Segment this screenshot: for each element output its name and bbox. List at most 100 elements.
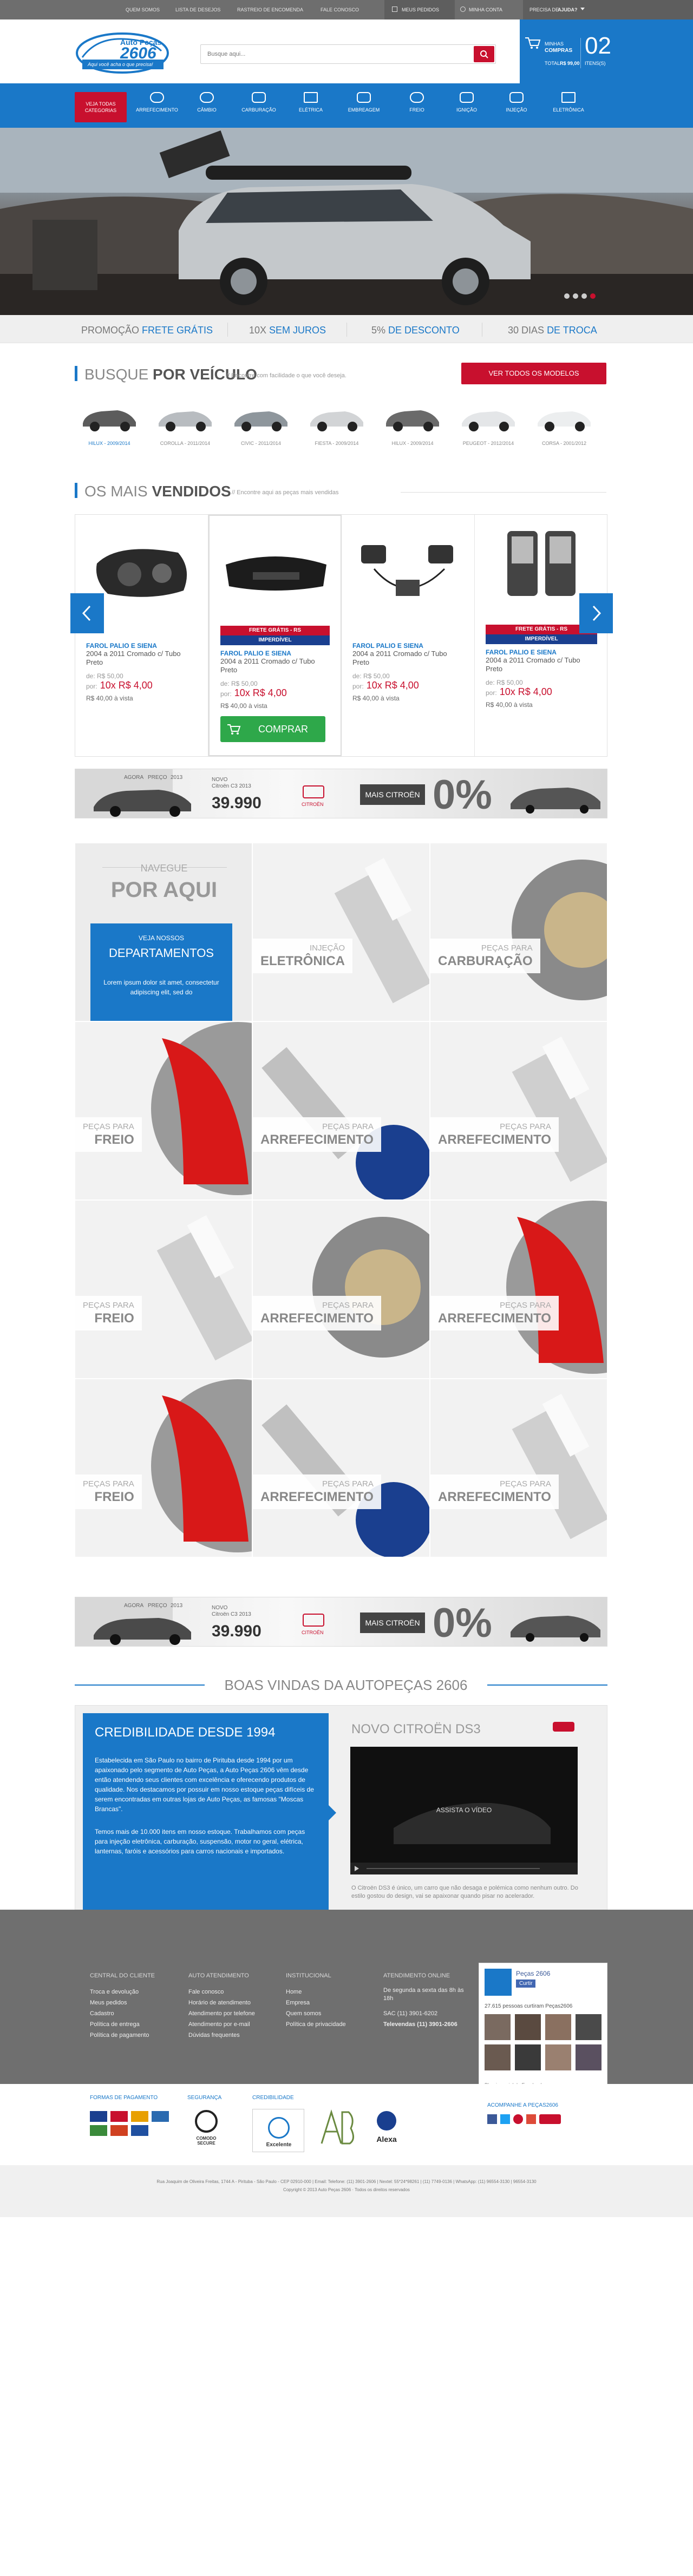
youtube-icon[interactable] xyxy=(553,1722,574,1732)
pinterest-icon[interactable] xyxy=(513,2114,523,2124)
dept-arrefecimento-6[interactable]: Peças para Arrefecimento xyxy=(430,1379,607,1557)
my-orders-tab[interactable]: Meus pedidos xyxy=(384,0,455,19)
dept-arrefecimento-5[interactable]: Peças para Arrefecimento xyxy=(252,1379,430,1557)
logo[interactable]: Auto Peças 2606 Aqui você acha o que pre… xyxy=(75,29,175,75)
video-controls[interactable] xyxy=(350,1863,578,1874)
video-player[interactable]: Assista o vídeo xyxy=(350,1747,578,1874)
link-lista-desejos[interactable]: Lista de desejos xyxy=(175,7,220,12)
link-fale-conosco[interactable]: Fale conosco xyxy=(321,7,359,12)
footer-link[interactable]: Fale conosco xyxy=(188,1987,255,1997)
ebit-seal[interactable]: Excelente xyxy=(252,2109,304,2152)
vehicle-civic[interactable]: Civic - 2011/2014 xyxy=(230,402,292,446)
footer-link[interactable]: Home xyxy=(286,1987,346,1997)
footer-link[interactable]: Empresa xyxy=(286,1997,346,2008)
facebook-icon[interactable] xyxy=(487,2114,497,2124)
cart-box[interactable]: Minhas Compras Total: R$ 99,00 02 Itens(… xyxy=(520,19,693,83)
search-button[interactable] xyxy=(474,46,494,62)
vehicle-corsa[interactable]: Corsa - 2001/2012 xyxy=(533,402,596,446)
product-card[interactable]: Farol Palio e Siena 2004 a 2011 Cromado … xyxy=(342,515,475,756)
footer-link[interactable]: Política de privacidade xyxy=(286,2019,346,2030)
carousel-next-button[interactable] xyxy=(579,593,613,633)
slide-dot-4[interactable] xyxy=(590,293,596,299)
avatar[interactable] xyxy=(545,2014,571,2040)
slide-dot-2[interactable] xyxy=(573,293,578,299)
nav-freio[interactable]: Freio xyxy=(392,83,442,128)
link-rastreio[interactable]: Rastreio de encomenda xyxy=(237,7,303,12)
twitter-icon[interactable] xyxy=(500,2114,510,2124)
departments-box[interactable]: Veja nossos Departamentos Lorem ipsum do… xyxy=(90,923,232,1021)
carousel-prev-button[interactable] xyxy=(70,593,104,633)
dept-label: Peças para Arrefecimento xyxy=(430,1117,559,1152)
vehicle-corolla[interactable]: Corolla - 2011/2014 xyxy=(154,402,217,446)
ab-seal[interactable] xyxy=(318,2109,357,2147)
all-models-button[interactable]: Ver todos os modelos xyxy=(461,363,606,384)
footer-link[interactable]: Meus pedidos xyxy=(90,1997,155,2008)
avatar[interactable] xyxy=(576,2014,602,2040)
hero-banner[interactable] xyxy=(0,128,693,315)
avatar[interactable] xyxy=(485,2014,511,2040)
avatar[interactable] xyxy=(515,2044,541,2070)
all-categories-button[interactable]: Veja todas categorias xyxy=(75,92,127,122)
dept-arrefecimento[interactable]: Peças para Arrefecimento xyxy=(252,1021,430,1200)
product-card-highlight[interactable]: Frete grátis - RS Imperdível Farol Palio… xyxy=(208,515,342,756)
youtube-icon[interactable] xyxy=(539,2114,561,2124)
link-quem-somos[interactable]: Quem somos xyxy=(126,7,160,12)
video-progress[interactable] xyxy=(367,1868,540,1869)
footer-link[interactable]: Troca e devolução xyxy=(90,1987,155,1997)
citroen-banner-2[interactable]: Agora Preço 2013 Novo Citroën C3 2013 39… xyxy=(75,1597,607,1647)
avatar[interactable] xyxy=(576,2044,602,2070)
help-tab[interactable]: Precisa de Ajuda? xyxy=(523,0,693,19)
dept-arrefecimento-3[interactable]: Peças para Arrefecimento xyxy=(252,1200,430,1379)
avatar[interactable] xyxy=(515,2014,541,2040)
promo-bold: sem juros xyxy=(269,325,326,336)
slide-dot-3[interactable] xyxy=(581,293,587,299)
avatar[interactable] xyxy=(545,2044,571,2070)
fb-like-button[interactable]: Curtir xyxy=(516,1979,536,1988)
slide-dot-1[interactable] xyxy=(564,293,570,299)
buy-button[interactable]: Comprar xyxy=(220,716,325,742)
nav-cambio[interactable]: Câmbio xyxy=(182,83,232,128)
avatar[interactable] xyxy=(485,2044,511,2070)
comodo-seal[interactable]: Comodo Secure xyxy=(187,2110,225,2148)
nav-eletronica[interactable]: Eletrônica xyxy=(541,83,596,128)
nav-carburacao[interactable]: Carburação xyxy=(232,83,286,128)
nav-injecao[interactable]: Injeção xyxy=(492,83,541,128)
vehicle-fiesta[interactable]: Fiesta - 2009/2014 xyxy=(305,402,368,446)
banner-preco: Preço xyxy=(148,1603,167,1609)
vehicle-hilux-2[interactable]: Hilux - 2009/2014 xyxy=(381,402,444,446)
footer-link[interactable]: Quem somos xyxy=(286,2008,346,2019)
nav-arrefecimento[interactable]: Arrefecimento xyxy=(132,83,182,128)
price-prefix: por: xyxy=(86,683,97,690)
vehicle-hilux[interactable]: Hilux - 2009/2014 xyxy=(78,402,141,446)
dept-arrefecimento-4[interactable]: Peças para Arrefecimento xyxy=(430,1200,607,1379)
dept-freio-3[interactable]: Peças para Freio xyxy=(75,1379,252,1557)
play-icon[interactable] xyxy=(355,1866,359,1871)
dept-injecao[interactable]: Injeção Eletrônica xyxy=(252,843,430,1021)
nav-ignicao[interactable]: Ignição xyxy=(442,83,492,128)
alexa-seal[interactable]: Alexa xyxy=(370,2111,403,2149)
nav-eletrica[interactable]: Elétrica xyxy=(286,83,336,128)
footer-link[interactable]: Política de entrega xyxy=(90,2019,155,2030)
product-card[interactable]: Farol Palio e Siena 2004 a 2011 Cromado … xyxy=(75,515,208,756)
label-big: Arrefecimento xyxy=(438,1490,551,1504)
car-image xyxy=(386,410,439,431)
citroen-banner[interactable]: Agora Preço 2013 Novo Citroën C3 2013 39… xyxy=(75,769,607,818)
footer-link[interactable]: Cadastro xyxy=(90,2008,155,2019)
googleplus-icon[interactable] xyxy=(526,2114,536,2124)
dept-carburacao[interactable]: Peças para Carburação xyxy=(430,843,607,1021)
fb-page-name[interactable]: Peças 2606 xyxy=(516,1970,550,1977)
footer-link[interactable]: Atendimento por telefone xyxy=(188,2008,255,2019)
search-input[interactable] xyxy=(201,45,466,63)
dept-freio[interactable]: Peças para Freio xyxy=(75,1021,252,1200)
nav-embreagem[interactable]: Embreagem xyxy=(336,83,392,128)
footer-link[interactable]: Horário de atendimento xyxy=(188,1997,255,2008)
vehicle-peugeot[interactable]: Peugeot - 2012/2014 xyxy=(457,402,520,446)
dept-freio-2[interactable]: Peças para Freio xyxy=(75,1200,252,1379)
label-small: Peças para xyxy=(500,1122,551,1131)
product-card[interactable]: Frete grátis - RS Imperdível Farol Palio… xyxy=(475,515,608,756)
footer-link[interactable]: Atendimento por e-mail xyxy=(188,2019,255,2030)
footer-link[interactable]: Dúvidas frequentes xyxy=(188,2030,255,2041)
footer-link[interactable]: Política de pagamento xyxy=(90,2030,155,2041)
my-account-tab[interactable]: Minha conta xyxy=(458,0,523,19)
dept-arrefecimento-2[interactable]: Peças para Arrefecimento xyxy=(430,1021,607,1200)
